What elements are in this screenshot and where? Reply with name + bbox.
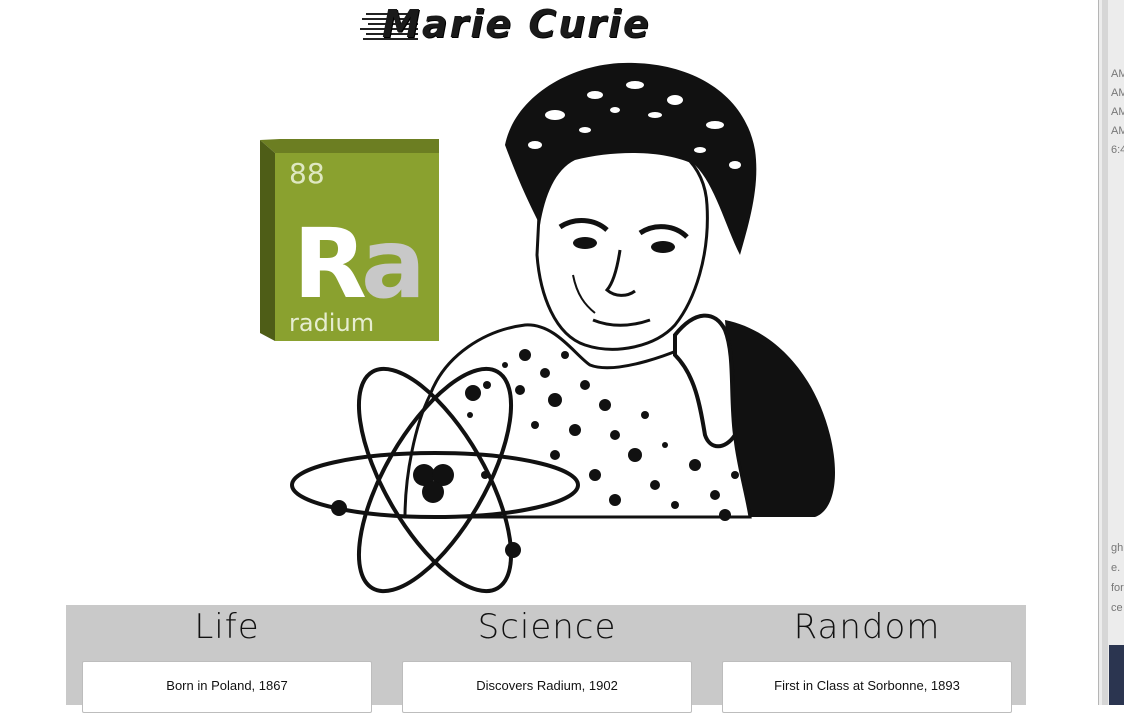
element-tile-side bbox=[260, 140, 275, 341]
window-scrollbar[interactable] bbox=[1102, 0, 1108, 705]
title-text: Marie Curie bbox=[382, 2, 651, 46]
side-text: 6:4 bbox=[1111, 144, 1124, 156]
element-symbol-r: R bbox=[293, 208, 367, 320]
side-text: AM bbox=[1111, 125, 1124, 137]
curie-illustration: 88 R a radium bbox=[260, 62, 835, 594]
column-heading: Science bbox=[477, 607, 617, 647]
side-text: AM bbox=[1111, 87, 1124, 99]
side-text: gh bbox=[1111, 542, 1124, 554]
fact-card[interactable]: Born in Poland, 1867 bbox=[82, 661, 372, 713]
page-title: Marie Curie bbox=[360, 2, 720, 48]
side-image bbox=[1109, 645, 1124, 705]
element-name: radium bbox=[289, 309, 374, 337]
fact-card-text: Born in Poland, 1867 bbox=[166, 678, 288, 693]
element-symbol-a: a bbox=[361, 208, 426, 320]
side-text: ce bbox=[1111, 602, 1123, 614]
column-heading: Random bbox=[793, 607, 941, 647]
fact-card-text: First in Class at Sorbonne, 1893 bbox=[774, 678, 960, 693]
column-life: Life Born in Poland, 1867 bbox=[82, 605, 372, 713]
fact-card[interactable]: First in Class at Sorbonne, 1893 bbox=[722, 661, 1012, 713]
background-window[interactable]: AM AM AM AM 6:4 gh e. for ce bbox=[1098, 0, 1124, 705]
fact-card-text: Discovers Radium, 1902 bbox=[476, 678, 618, 693]
facts-panel: Life Born in Poland, 1867 Science Discov… bbox=[66, 605, 1026, 713]
side-text: for bbox=[1111, 582, 1124, 594]
radium-element-tile: 88 R a radium bbox=[260, 139, 439, 341]
side-text: AM bbox=[1111, 106, 1124, 118]
element-number: 88 bbox=[289, 157, 325, 190]
side-text: AM bbox=[1111, 68, 1124, 80]
column-science: Science Discovers Radium, 1902 bbox=[402, 605, 692, 713]
page: Marie Curie 88 R a radium Life Born in P… bbox=[0, 0, 1098, 713]
element-tile-top bbox=[260, 139, 439, 153]
column-heading: Life bbox=[194, 607, 260, 647]
fact-card[interactable]: Discovers Radium, 1902 bbox=[402, 661, 692, 713]
side-text: e. bbox=[1111, 562, 1121, 574]
column-random: Random First in Class at Sorbonne, 1893 bbox=[722, 605, 1012, 713]
